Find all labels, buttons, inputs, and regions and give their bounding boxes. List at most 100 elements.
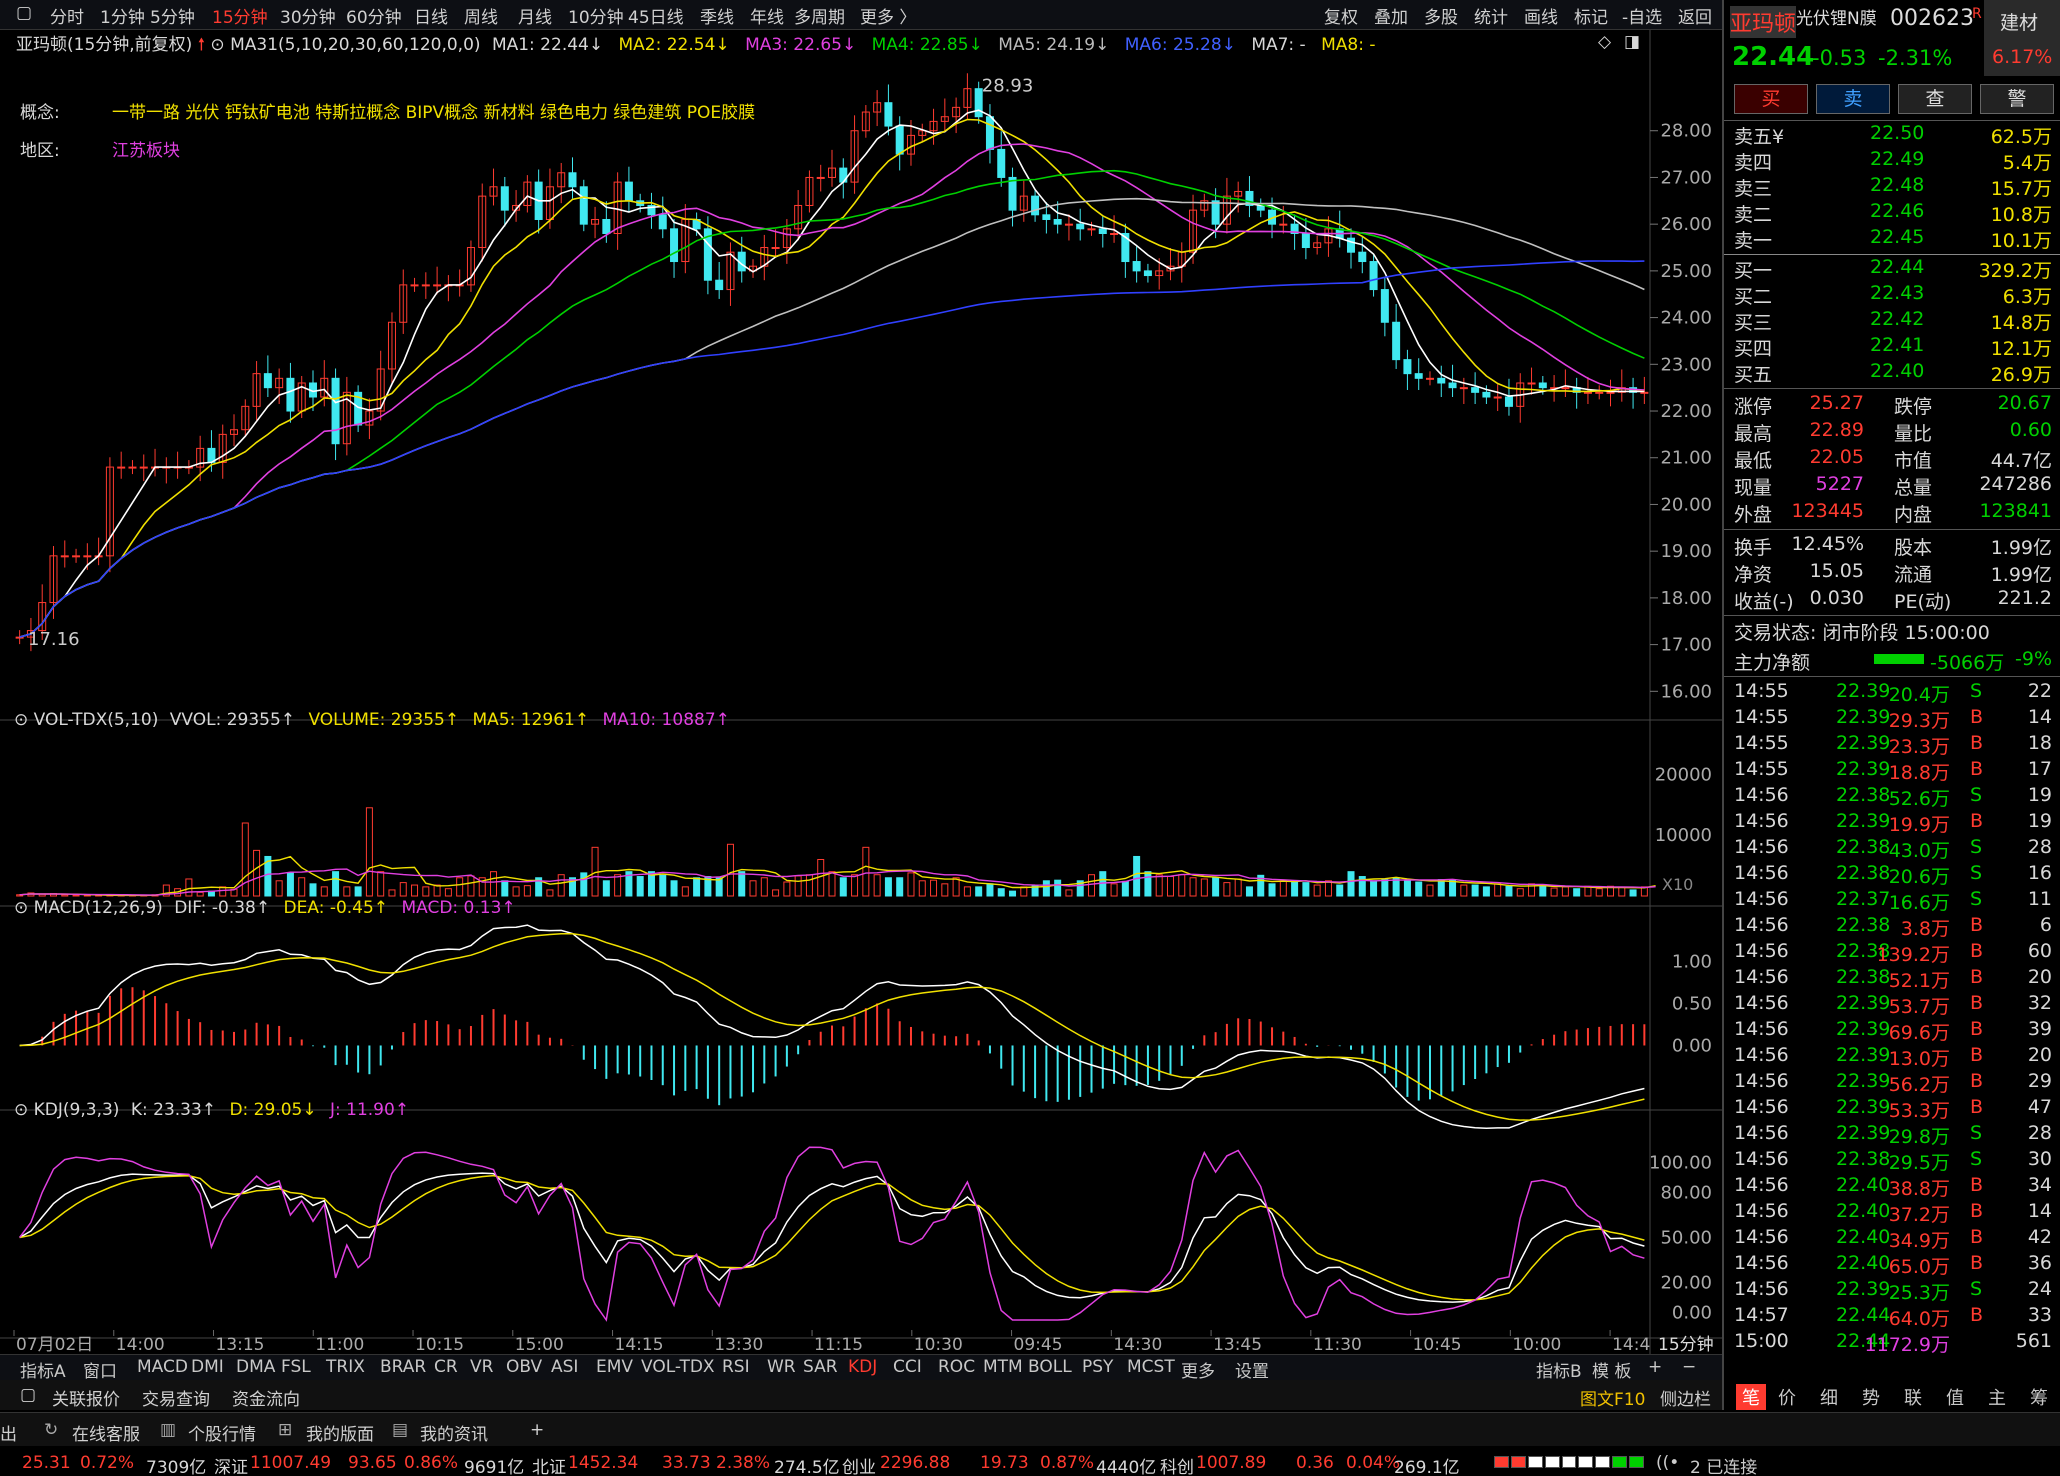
tool-5[interactable]: 标记 bbox=[1574, 3, 1608, 28]
status-item-1[interactable]: 在线客服 bbox=[72, 1420, 140, 1445]
ask-row[interactable]: 卖一 22.45 10.1万 bbox=[1724, 226, 2060, 252]
period-tab-12[interactable]: 年线 bbox=[750, 3, 784, 28]
ind-tab-23[interactable]: MCST bbox=[1127, 1357, 1175, 1377]
period-tab-4[interactable]: 30分钟 bbox=[280, 3, 336, 28]
ind-tab-20[interactable]: MTM bbox=[983, 1357, 1023, 1377]
ind-tab-2[interactable]: MACD bbox=[137, 1357, 188, 1377]
ind-tab-16[interactable]: SAR bbox=[803, 1357, 838, 1377]
period-tab-0[interactable]: 分时 bbox=[50, 3, 84, 28]
ask-row[interactable]: 卖四 22.49 5.4万 bbox=[1724, 148, 2060, 174]
ind-tab-3[interactable]: DMI bbox=[191, 1357, 224, 1377]
ma-toggle-icon[interactable]: ⊙ bbox=[210, 35, 224, 55]
period-tab-10[interactable]: 45日线 bbox=[628, 3, 684, 28]
tool-7[interactable]: 返回 bbox=[1678, 3, 1712, 28]
status-item-0[interactable]: 出 bbox=[0, 1420, 17, 1445]
quote-tab-3[interactable]: 势 bbox=[1862, 1384, 1880, 1410]
window-icon[interactable]: ▢ bbox=[20, 1385, 36, 1405]
ask-row[interactable]: 卖三 22.48 15.7万 bbox=[1724, 174, 2060, 200]
tool-6[interactable]: -自选 bbox=[1622, 3, 1662, 28]
tool-3[interactable]: 统计 bbox=[1474, 3, 1508, 28]
ind-tab-25[interactable]: 设置 bbox=[1235, 1357, 1269, 1382]
ind-tab-19[interactable]: ROC bbox=[938, 1357, 975, 1377]
status-item-3[interactable]: 我的版面 bbox=[306, 1420, 374, 1445]
period-tab-11[interactable]: 季线 bbox=[700, 3, 734, 28]
period-tab-8[interactable]: 月线 bbox=[518, 3, 552, 28]
period-tab-13[interactable]: 多周期 bbox=[794, 3, 845, 28]
ind-tab-8[interactable]: CR bbox=[434, 1357, 458, 1377]
menu-item-1[interactable]: 交易查询 bbox=[142, 1385, 210, 1410]
ask-row[interactable]: 卖二 22.46 10.8万 bbox=[1724, 200, 2060, 226]
sidebar-link[interactable]: 侧边栏 bbox=[1660, 1385, 1711, 1410]
tool-2[interactable]: 多股 bbox=[1424, 3, 1458, 28]
bid-row[interactable]: 买四 22.41 12.1万 bbox=[1724, 334, 2060, 360]
ind-tab-22[interactable]: PSY bbox=[1082, 1357, 1113, 1377]
ind-right-2[interactable]: + bbox=[1648, 1357, 1662, 1377]
period-tab-9[interactable]: 10分钟 bbox=[568, 3, 624, 28]
quote-tab-5[interactable]: 值 bbox=[1946, 1384, 1964, 1410]
connection-status[interactable]: 2 已连接 bbox=[1690, 1453, 1757, 1476]
ind-tab-18[interactable]: CCI bbox=[893, 1357, 922, 1377]
toggle-icon[interactable]: ⊙ bbox=[14, 898, 28, 918]
sell-button[interactable]: 卖 bbox=[1816, 84, 1890, 114]
ind-tab-13[interactable]: VOL-TDX bbox=[641, 1357, 715, 1377]
window-icon[interactable]: ▢ bbox=[16, 3, 32, 23]
ma-params[interactable]: MA31(5,10,20,30,60,120,0,0) bbox=[230, 35, 480, 55]
bid-row[interactable]: 买二 22.43 6.3万 bbox=[1724, 282, 2060, 308]
ind-tab-17[interactable]: KDJ bbox=[848, 1357, 877, 1377]
panel-toggle-icon[interactable]: ◨ bbox=[1624, 32, 1640, 52]
bid-row[interactable]: 买一 22.44 329.2万 bbox=[1724, 256, 2060, 282]
period-tab-1[interactable]: 1分钟 bbox=[100, 3, 145, 28]
status-item-5[interactable]: + bbox=[530, 1420, 544, 1440]
period-tab-14[interactable]: 更多 〉 bbox=[860, 3, 916, 28]
main-flow-row[interactable]: 主力净额 -5066万 -9% bbox=[1724, 648, 2060, 674]
period-tab-7[interactable]: 周线 bbox=[464, 3, 498, 28]
tool-1[interactable]: 叠加 bbox=[1374, 3, 1408, 28]
status-item-2[interactable]: 个股行情 bbox=[188, 1420, 256, 1445]
macd-name[interactable]: MACD(12,26,9) bbox=[34, 898, 163, 918]
quote-tab-4[interactable]: 联 bbox=[1904, 1384, 1922, 1410]
tool-0[interactable]: 复权 bbox=[1324, 3, 1358, 28]
ind-right-3[interactable]: − bbox=[1682, 1357, 1696, 1377]
query-button[interactable]: 查 bbox=[1898, 84, 1972, 114]
region-value[interactable]: 江苏板块 bbox=[112, 136, 180, 161]
ind-right-0[interactable]: 指标B bbox=[1536, 1357, 1582, 1382]
concept-value[interactable]: 一带一路 光伏 钙钛矿电池 特斯拉概念 BIPV概念 新材料 绿色电力 绿色建筑… bbox=[112, 98, 755, 123]
ask-row[interactable]: 卖五¥ 22.50 62.5万 bbox=[1724, 122, 2060, 148]
quote-tab-1[interactable]: 价 bbox=[1778, 1384, 1796, 1410]
menu-item-0[interactable]: 关联报价 bbox=[52, 1385, 120, 1410]
bid-row[interactable]: 买三 22.42 14.8万 bbox=[1724, 308, 2060, 334]
ind-tab-24[interactable]: 更多 bbox=[1181, 1357, 1215, 1382]
ind-tab-12[interactable]: EMV bbox=[596, 1357, 633, 1377]
ind-tab-10[interactable]: OBV bbox=[506, 1357, 542, 1377]
ind-tab-6[interactable]: TRIX bbox=[326, 1357, 365, 1377]
bid-row[interactable]: 买五 22.40 26.9万 bbox=[1724, 360, 2060, 386]
period-tab-6[interactable]: 日线 bbox=[414, 3, 448, 28]
kdj-name[interactable]: KDJ(9,3,3) bbox=[34, 1100, 120, 1120]
kline-chart[interactable]: 28.00 27.00 26.00 25.00 24.00 23.00 22.00 21.00… bbox=[0, 30, 1722, 1354]
ind-tab-4[interactable]: DMA bbox=[236, 1357, 275, 1377]
alert-button[interactable]: 警 bbox=[1980, 84, 2054, 114]
vol-name[interactable]: VOL-TDX(5,10) bbox=[34, 710, 159, 730]
menu-item-2[interactable]: 资金流向 bbox=[232, 1385, 300, 1410]
quote-tab-2[interactable]: 细 bbox=[1820, 1384, 1838, 1410]
period-tab-3[interactable]: 15分钟 bbox=[212, 3, 268, 28]
buy-button[interactable]: 买 bbox=[1734, 84, 1808, 114]
ind-tab-14[interactable]: RSI bbox=[722, 1357, 750, 1377]
ind-tab-1[interactable]: 窗口 bbox=[83, 1357, 117, 1382]
status-item-4[interactable]: 我的资讯 bbox=[420, 1420, 488, 1445]
ind-tab-11[interactable]: ASI bbox=[551, 1357, 578, 1377]
ind-tab-9[interactable]: VR bbox=[470, 1357, 493, 1377]
quote-tab-0[interactable]: 笔 bbox=[1736, 1384, 1766, 1410]
ind-tab-7[interactable]: BRAR bbox=[380, 1357, 426, 1377]
tool-4[interactable]: 画线 bbox=[1524, 3, 1558, 28]
period-tab-5[interactable]: 60分钟 bbox=[346, 3, 402, 28]
period-tab-2[interactable]: 5分钟 bbox=[150, 3, 195, 28]
toggle-icon[interactable]: ⊙ bbox=[14, 710, 28, 730]
ind-tab-21[interactable]: BOLL bbox=[1028, 1357, 1072, 1377]
ind-right-1[interactable]: 模 板 bbox=[1592, 1357, 1631, 1382]
ind-tab-15[interactable]: WR bbox=[767, 1357, 796, 1377]
toggle-icon[interactable]: ⊙ bbox=[14, 1100, 28, 1120]
quote-tab-6[interactable]: 主 bbox=[1988, 1384, 2006, 1410]
ind-tab-5[interactable]: FSL bbox=[281, 1357, 311, 1377]
quote-tab-7[interactable]: 筹 bbox=[2030, 1384, 2048, 1410]
